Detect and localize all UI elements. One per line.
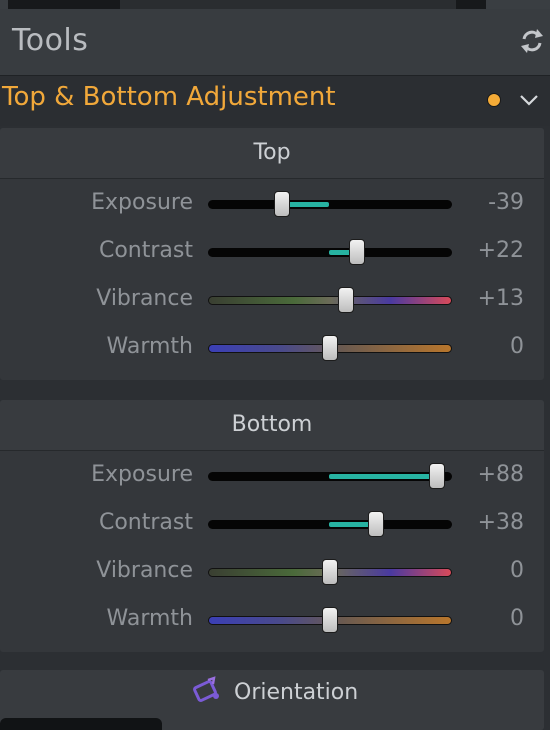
slider-row-exposure: Exposure +88 xyxy=(0,452,544,500)
slider-thumb[interactable] xyxy=(337,287,354,313)
slider-label: Warmth xyxy=(106,606,194,631)
adjustment-group-bottom: Bottom Exposure +88 Contrast +38 Vibrance 0 War… xyxy=(0,400,544,652)
slider-row-warmth: Warmth 0 xyxy=(0,596,544,644)
orientation-title: Orientation xyxy=(234,680,359,705)
slider-value: 0 xyxy=(510,558,524,583)
slider-track[interactable] xyxy=(208,472,452,481)
slider-thumb[interactable] xyxy=(322,335,338,361)
slider-label: Vibrance xyxy=(96,286,193,311)
slider-label: Vibrance xyxy=(96,558,193,583)
slider-track[interactable] xyxy=(208,248,452,257)
tools-title: Tools xyxy=(12,23,89,58)
slider-track[interactable] xyxy=(208,296,452,305)
bottom-scroll-tab[interactable] xyxy=(0,718,162,730)
slider-label: Exposure xyxy=(91,462,193,487)
slider-track[interactable] xyxy=(208,520,452,529)
slider-label: Contrast xyxy=(98,238,193,263)
slider-row-contrast: Contrast +22 xyxy=(0,228,544,276)
top-strip-segment xyxy=(486,0,550,9)
slider-value: 0 xyxy=(510,334,524,359)
orientation-icon xyxy=(193,676,219,702)
slider-value: +38 xyxy=(477,510,524,535)
status-dot xyxy=(487,93,501,107)
top-strip-segment xyxy=(0,0,8,9)
slider-fill xyxy=(329,474,437,479)
refresh-icon[interactable] xyxy=(518,27,546,55)
group-title: Top xyxy=(0,128,544,179)
slider-thumb[interactable] xyxy=(322,559,338,585)
chevron-down-icon[interactable] xyxy=(517,91,541,109)
slider-row-exposure: Exposure -39 xyxy=(0,180,544,228)
slider-label: Contrast xyxy=(98,510,193,535)
adjustment-group-top: Top Exposure -39 Contrast +22 Vibrance +13 Warm… xyxy=(0,128,544,380)
slider-value: -39 xyxy=(488,190,524,215)
section-header[interactable]: Top & Bottom Adjustment xyxy=(0,76,550,126)
slider-label: Warmth xyxy=(106,334,194,359)
slider-thumb[interactable] xyxy=(322,607,338,633)
group-title: Bottom xyxy=(0,400,544,451)
slider-label: Exposure xyxy=(91,190,193,215)
top-strip xyxy=(0,0,550,9)
slider-value: 0 xyxy=(510,606,524,631)
slider-row-contrast: Contrast +38 xyxy=(0,500,544,548)
slider-value: +88 xyxy=(477,462,524,487)
slider-thumb[interactable] xyxy=(274,191,291,217)
slider-row-vibrance: Vibrance +13 xyxy=(0,276,544,324)
slider-row-vibrance: Vibrance 0 xyxy=(0,548,544,596)
slider-value: +13 xyxy=(477,286,524,311)
slider-value: +22 xyxy=(477,238,524,263)
slider-row-warmth: Warmth 0 xyxy=(0,324,544,372)
slider-thumb[interactable] xyxy=(368,511,385,537)
tools-header: Tools xyxy=(0,9,550,76)
top-strip-segment xyxy=(120,0,456,9)
slider-thumb[interactable] xyxy=(429,463,446,489)
slider-thumb[interactable] xyxy=(348,239,365,265)
slider-track[interactable] xyxy=(208,200,452,209)
section-title: Top & Bottom Adjustment xyxy=(2,82,336,112)
